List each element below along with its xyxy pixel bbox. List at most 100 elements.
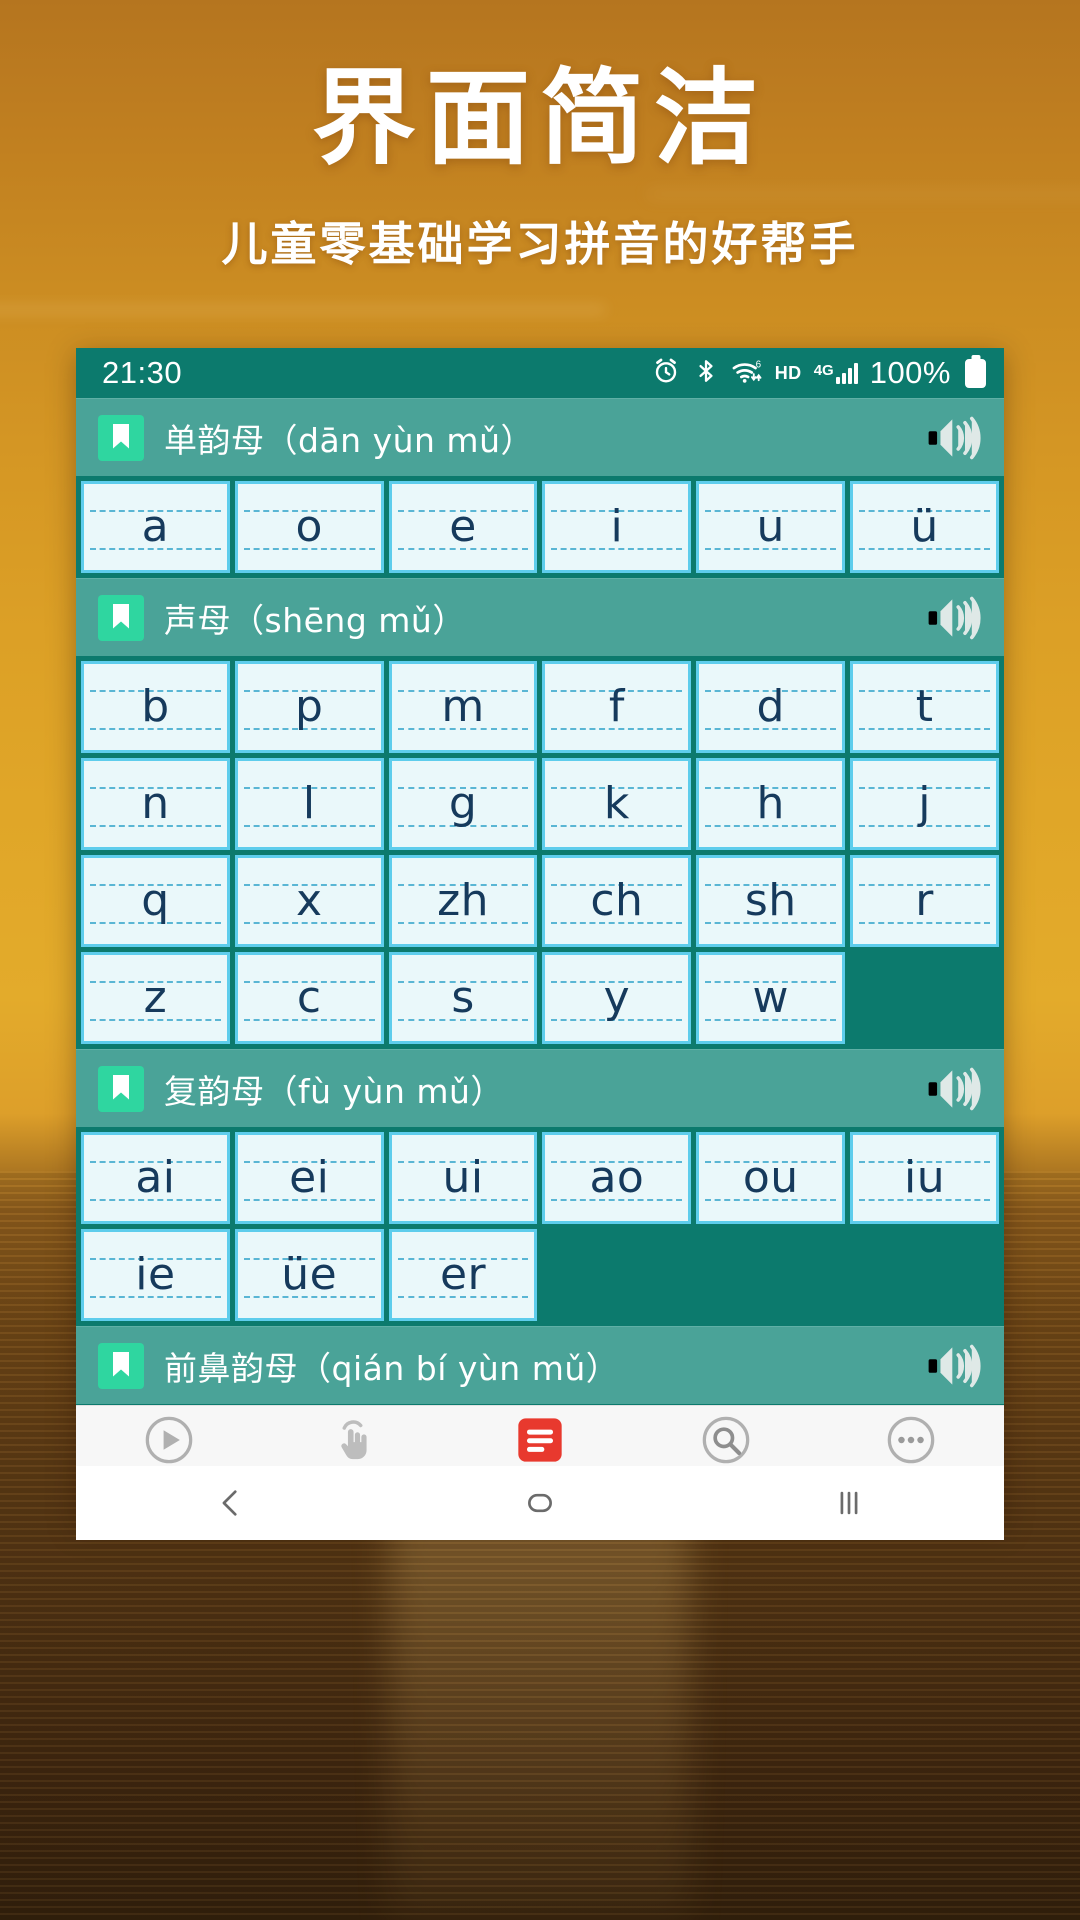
- bookmark-icon: [98, 594, 144, 641]
- pinyin-tile[interactable]: c: [234, 952, 384, 1044]
- pinyin-letter: ao: [589, 1152, 645, 1203]
- pinyin-tile[interactable]: i: [542, 481, 692, 573]
- pinyin-letter: e: [449, 501, 477, 552]
- pinyin-tile[interactable]: ü: [850, 481, 999, 573]
- pinyin-letter: zh: [437, 875, 490, 926]
- pinyin-tile[interactable]: iu: [850, 1132, 999, 1224]
- pinyin-letter: ch: [590, 875, 644, 926]
- pinyin-letter: er: [439, 1249, 487, 1300]
- section-header-sheng-mu[interactable]: 声母（shēng mǔ）: [76, 578, 1004, 656]
- pinyin-tile[interactable]: a: [81, 481, 230, 573]
- pinyin-letter: g: [448, 778, 478, 829]
- status-time: 21:30: [102, 355, 183, 390]
- pinyin-tile[interactable]: d: [696, 661, 846, 753]
- pinyin-letter: y: [603, 972, 631, 1023]
- pinyin-tile[interactable]: l: [234, 758, 384, 850]
- pinyin-tile[interactable]: k: [542, 758, 692, 850]
- section-header-dan-yun-mu[interactable]: 单韵母（dān yùn mǔ）: [76, 398, 1004, 476]
- pinyin-letter: b: [141, 681, 170, 732]
- pinyin-tile[interactable]: ui: [388, 1132, 538, 1224]
- battery-percent: 100%: [869, 355, 951, 390]
- tile-grid-dan-yun-mu: a o e i uü: [76, 476, 1004, 578]
- pinyin-tile[interactable]: ei: [234, 1132, 384, 1224]
- pinyin-letter: d: [756, 681, 785, 732]
- pinyin-tile[interactable]: j: [850, 758, 999, 850]
- pinyin-letter: i: [610, 501, 624, 552]
- promo-banner: 界面简洁 儿童零基础学习拼音的好帮手: [0, 0, 1080, 274]
- android-nav-bar[interactable]: [76, 1466, 1004, 1540]
- pinyin-tile[interactable]: m: [388, 661, 538, 753]
- pinyin-tile[interactable]: q: [81, 855, 230, 947]
- recents-icon[interactable]: [695, 1466, 1004, 1540]
- speaker-icon[interactable]: [920, 412, 988, 464]
- pinyin-letter: ei: [289, 1152, 330, 1203]
- pinyin-letter: o: [295, 501, 323, 552]
- tile-grid-fu-yun-mu: ai ei ui ao ou iu ie üe er: [76, 1127, 1004, 1326]
- list-lines-icon: [513, 1413, 567, 1467]
- pinyin-tile[interactable]: p: [234, 661, 384, 753]
- section-header-fu-yun-mu[interactable]: 复韵母（fù yùn mǔ）: [76, 1049, 1004, 1127]
- tile-empty: [850, 952, 999, 1044]
- pinyin-letter: w: [752, 972, 789, 1023]
- pinyin-letter: m: [441, 681, 485, 732]
- pinyin-tile[interactable]: er: [388, 1229, 538, 1321]
- pinyin-tile[interactable]: w: [696, 952, 846, 1044]
- pinyin-tile[interactable]: t: [850, 661, 999, 753]
- pinyin-letter: iu: [904, 1152, 946, 1203]
- pinyin-letter: ui: [442, 1152, 484, 1203]
- section-header-qian-bi-yun-mu[interactable]: 前鼻韵母（qián bí yùn mǔ）: [76, 1326, 1004, 1404]
- pinyin-tile[interactable]: u: [696, 481, 846, 573]
- section-title: 单韵母（dān yùn mǔ）: [164, 420, 534, 460]
- play-circle-icon: [142, 1413, 196, 1467]
- signal-icon: 4G: [814, 362, 858, 384]
- pinyin-tile[interactable]: y: [542, 952, 692, 1044]
- pinyin-tile[interactable]: b: [81, 661, 230, 753]
- pinyin-letter: l: [302, 778, 316, 829]
- pinyin-letter: s: [451, 972, 475, 1023]
- pinyin-tile[interactable]: sh: [696, 855, 846, 947]
- pinyin-tile[interactable]: s: [388, 952, 538, 1044]
- speaker-icon[interactable]: [920, 1063, 988, 1115]
- hand-tap-icon: [327, 1413, 381, 1467]
- pinyin-tile[interactable]: r: [850, 855, 999, 947]
- pinyin-tile[interactable]: ch: [542, 855, 692, 947]
- home-icon[interactable]: [385, 1466, 694, 1540]
- tile-empty: [542, 1229, 691, 1321]
- bookmark-icon: [98, 414, 144, 461]
- phone-screenshot: 21:30 6 HD 4G 100% 单韵母（dān yùn mǔ） a o e…: [76, 348, 1004, 1523]
- pinyin-letter: t: [915, 681, 934, 732]
- search-circle-icon: [699, 1413, 753, 1467]
- pinyin-letter: ie: [135, 1249, 176, 1300]
- speaker-icon[interactable]: [920, 1340, 988, 1392]
- tile-grid-sheng-mu: b p m f d t n l g k h j q x zh ch sh r z c s y w: [76, 656, 1004, 1049]
- battery-icon: [965, 358, 986, 388]
- section-title: 复韵母（fù yùn mǔ）: [164, 1071, 504, 1111]
- pinyin-tile[interactable]: zh: [388, 855, 538, 947]
- pinyin-letter: üe: [281, 1249, 338, 1300]
- pinyin-letter: n: [141, 778, 170, 829]
- section-title: 前鼻韵母（qián bí yùn mǔ）: [164, 1348, 620, 1388]
- pinyin-tile[interactable]: n: [81, 758, 230, 850]
- pinyin-tile[interactable]: g: [388, 758, 538, 850]
- pinyin-list[interactable]: 单韵母（dān yùn mǔ） a o e i u ü 声母（shēng mǔ） bpmfd…: [76, 398, 1004, 1523]
- pinyin-tile[interactable]: z: [81, 952, 230, 1044]
- pinyin-tile[interactable]: h: [696, 758, 846, 850]
- more-dots-icon: [884, 1413, 938, 1467]
- pinyin-letter: k: [603, 778, 630, 829]
- pinyin-tile[interactable]: ie: [81, 1229, 230, 1321]
- pinyin-letter: j: [918, 778, 931, 829]
- pinyin-tile[interactable]: ai: [81, 1132, 230, 1224]
- speaker-icon[interactable]: [920, 592, 988, 644]
- back-icon[interactable]: [76, 1466, 385, 1540]
- pinyin-letter: a: [141, 501, 170, 552]
- wifi-icon: 6: [731, 356, 763, 391]
- pinyin-tile[interactable]: ao: [542, 1132, 692, 1224]
- pinyin-tile[interactable]: f: [542, 661, 692, 753]
- pinyin-tile[interactable]: üe: [234, 1229, 384, 1321]
- pinyin-tile[interactable]: x: [234, 855, 384, 947]
- pinyin-tile[interactable]: ou: [696, 1132, 846, 1224]
- pinyin-tile[interactable]: o: [234, 481, 384, 573]
- pinyin-tile[interactable]: e: [388, 481, 538, 573]
- status-bar: 21:30 6 HD 4G 100%: [76, 348, 1004, 398]
- pinyin-letter: ou: [742, 1152, 799, 1203]
